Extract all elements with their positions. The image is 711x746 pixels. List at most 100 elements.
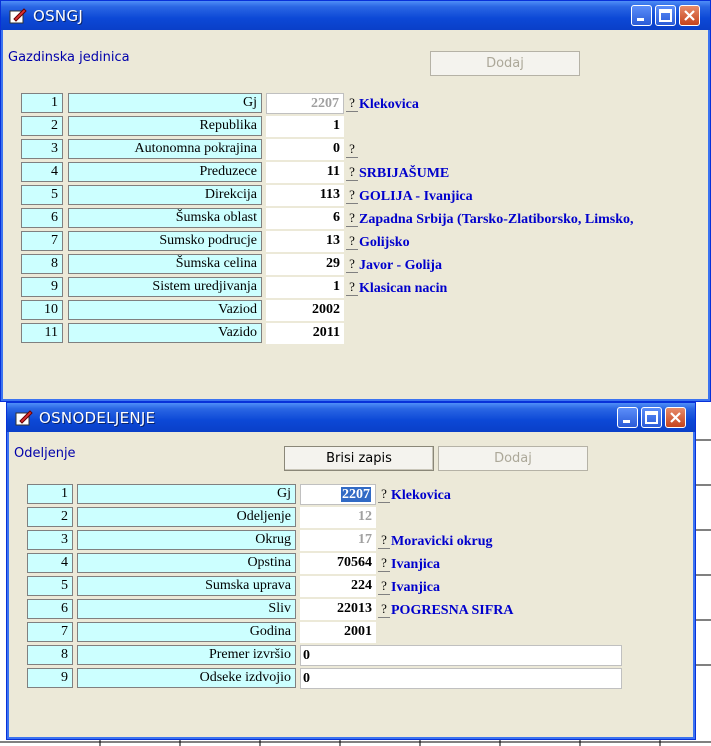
field-label: Vazido — [68, 323, 262, 343]
field-value[interactable]: 0 — [300, 668, 622, 689]
field-row: 3 Autonomna pokrajina 0? — [21, 139, 701, 161]
osngj-window: OSNGJ Gazdinska jedinica Dodaj 1 Gj 2207? K… — [0, 0, 711, 402]
field-value[interactable]: 70564 — [300, 553, 376, 574]
lookup-help-button[interactable]: ? — [378, 532, 390, 549]
field-label: Opstina — [77, 553, 296, 573]
lookup-help-button[interactable]: ? — [346, 164, 358, 181]
field-label: Republika — [68, 116, 262, 136]
field-value[interactable]: 29 — [266, 254, 344, 275]
close-icon — [684, 10, 695, 21]
field-label: Autonomna pokrajina — [68, 139, 262, 159]
field-value[interactable]: 1 — [266, 116, 344, 137]
field-row: 9 Sistem uredjivanja 1? Klasican nacin — [21, 277, 701, 299]
field-value[interactable]: 1 — [266, 277, 344, 298]
minimize-icon — [623, 420, 630, 423]
field-value[interactable]: 22013 — [300, 599, 376, 620]
lookup-help-button[interactable]: ? — [346, 279, 358, 296]
field-row: 7 Sumsko podrucje 13? Golijsko — [21, 231, 701, 253]
field-value[interactable]: 2207 — [300, 484, 376, 505]
osnodeljenje-window: OSNODELJENJE Odeljenje Brisi zapis Dodaj… — [6, 402, 696, 740]
lookup-description: Ivanjica — [391, 557, 440, 572]
title-bar[interactable]: OSNODELJENJE — [7, 403, 695, 432]
field-row: 5 Direkcija 113? GOLIJA - Ivanjica — [21, 185, 701, 207]
lookup-help-button[interactable]: ? — [346, 233, 358, 250]
field-value[interactable]: 113 — [266, 185, 344, 206]
lookup-help-button[interactable]: ? — [346, 141, 358, 158]
field-row: 1 Gj 2207? Klekovica — [21, 93, 701, 115]
form-body: Odeljenje Brisi zapis Dodaj 1 Gj 2207? Klek… — [10, 432, 692, 736]
field-value[interactable]: 0 — [266, 139, 344, 160]
field-value[interactable]: 13 — [266, 231, 344, 252]
row-number: 10 — [21, 300, 63, 320]
lookup-help-button[interactable]: ? — [378, 578, 390, 595]
close-button[interactable] — [665, 407, 686, 428]
close-button[interactable] — [679, 5, 700, 26]
lookup-help-button[interactable]: ? — [378, 555, 390, 572]
field-row: 3 Okrug 17? Moravicki okrug — [27, 530, 687, 552]
lookup-help-button[interactable]: ? — [378, 486, 390, 503]
lookup-description: SRBIJAŠUME — [359, 166, 450, 181]
field-label: Šumska oblast — [68, 208, 262, 228]
field-row: 8 Premer izvršio 0 — [27, 645, 687, 667]
maximize-button[interactable] — [655, 5, 676, 26]
field-value[interactable]: 0 — [300, 645, 622, 666]
row-number: 8 — [21, 254, 63, 274]
close-icon — [670, 412, 681, 423]
field-row: 6 Šumska oblast 6? Zapadna Srbija (Tarsko-Z… — [21, 208, 701, 230]
field-value[interactable]: 2002 — [266, 300, 344, 321]
field-label: Premer izvršio — [77, 645, 296, 665]
field-label: Vaziod — [68, 300, 262, 320]
field-row: 10 Vaziod 2002 — [21, 300, 701, 322]
lookup-description: POGRESNA SIFRA — [391, 603, 514, 618]
row-number: 3 — [21, 139, 63, 159]
field-value[interactable]: 11 — [266, 162, 344, 183]
minimize-button[interactable] — [617, 407, 638, 428]
lookup-help-button[interactable]: ? — [346, 187, 358, 204]
row-number: 6 — [21, 208, 63, 228]
form-caption: Gazdinska jedinica — [8, 50, 130, 65]
lookup-help-button[interactable]: ? — [346, 210, 358, 227]
minimize-button[interactable] — [631, 5, 652, 26]
add-button[interactable]: Dodaj — [438, 446, 588, 471]
lookup-description: Klasican nacin — [359, 281, 448, 296]
field-label: Gj — [77, 484, 296, 504]
field-value[interactable]: 2001 — [300, 622, 376, 643]
field-row: 2 Republika 1 — [21, 116, 701, 138]
field-value[interactable]: 224 — [300, 576, 376, 597]
field-row: 6 Sliv 22013? POGRESNA SIFRA — [27, 599, 687, 621]
form-body: Gazdinska jedinica Dodaj 1 Gj 2207? Klekovi… — [4, 30, 707, 398]
field-label: Direkcija — [68, 185, 262, 205]
row-number: 1 — [27, 484, 73, 504]
field-value[interactable]: 6 — [266, 208, 344, 229]
field-label: Sliv — [77, 599, 296, 619]
row-number: 9 — [21, 277, 63, 297]
add-button[interactable]: Dodaj — [430, 51, 580, 76]
field-label: Sistem uredjivanja — [68, 277, 262, 297]
field-row: 1 Gj 2207? Klekovica — [27, 484, 687, 506]
row-number: 5 — [21, 185, 63, 205]
form-icon — [9, 8, 27, 24]
lookup-help-button[interactable]: ? — [346, 256, 358, 273]
delete-record-button[interactable]: Brisi zapis — [284, 446, 434, 471]
field-value[interactable]: 12 — [300, 507, 376, 528]
maximize-icon — [659, 9, 672, 22]
field-row: 9 Odseke izdvojio 0 — [27, 668, 687, 690]
row-number: 9 — [27, 668, 73, 688]
field-row: 11 Vazido 2011 — [21, 323, 701, 345]
field-label: Odeljenje — [77, 507, 296, 527]
row-number: 4 — [21, 162, 63, 182]
field-row: 4 Preduzece 11? SRBIJAŠUME — [21, 162, 701, 184]
title-bar[interactable]: OSNGJ — [1, 1, 710, 30]
window-title: OSNGJ — [33, 7, 84, 25]
field-value[interactable]: 2011 — [266, 323, 344, 344]
lookup-description: Moravicki okrug — [391, 534, 493, 549]
lookup-description: Klekovica — [391, 488, 451, 503]
lookup-description: Zapadna Srbija (Tarsko-Zlatiborsko, Lims… — [359, 212, 634, 227]
field-value[interactable]: 17 — [300, 530, 376, 551]
lookup-help-button[interactable]: ? — [346, 95, 358, 112]
field-value[interactable]: 2207 — [266, 93, 344, 114]
row-number: 4 — [27, 553, 73, 573]
maximize-button[interactable] — [641, 407, 662, 428]
lookup-help-button[interactable]: ? — [378, 601, 390, 618]
row-number: 3 — [27, 530, 73, 550]
